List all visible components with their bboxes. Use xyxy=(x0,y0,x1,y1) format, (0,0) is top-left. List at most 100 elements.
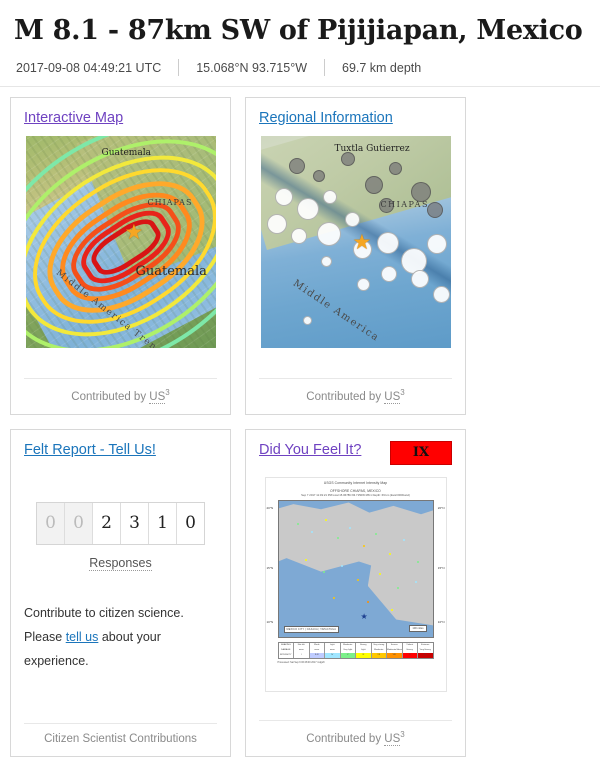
aftershock-marker xyxy=(316,222,341,246)
dyfi-response-point xyxy=(324,519,327,522)
aftershock-marker xyxy=(432,286,450,303)
event-metadata: 2017-09-08 04:49:21 UTC 15.068°N 93.715°… xyxy=(16,59,590,76)
dyfi-response-point xyxy=(378,573,381,576)
dyfi-landmass-east xyxy=(367,541,433,627)
meta-divider xyxy=(324,59,325,76)
regional-map-thumbnail[interactable]: ★ Tuxtla Gutierrez CHIAPAS Middle Americ… xyxy=(260,136,451,348)
dyfi-response-point xyxy=(396,587,399,590)
dyfi-lat-label-right-mid: 15°N xyxy=(437,566,445,570)
aftershock-marker xyxy=(296,198,319,220)
dyfi-response-point xyxy=(310,531,313,534)
dyfi-response-point xyxy=(340,565,343,568)
dyfi-response-point xyxy=(322,571,325,574)
regional-information-link[interactable]: Regional Information xyxy=(259,110,393,126)
dyfi-citybar: MEXICO CITY | OAXACA | TAPACHULA xyxy=(283,626,340,634)
dyfi-response-point xyxy=(296,523,299,526)
footer-prefix: Contributed by xyxy=(306,391,385,403)
aftershock-marker xyxy=(378,198,394,213)
dyfi-title-line-3: Sep 7 2017 11:49:21 PM local 15.0678N 93… xyxy=(301,493,410,498)
response-odometer: 0 0 2 3 1 0 xyxy=(36,502,205,545)
event-time: 2017-09-08 04:49:21 UTC xyxy=(16,60,162,75)
legend-cell: V xyxy=(340,653,356,659)
dyfi-response-point xyxy=(336,537,339,540)
dyfi-lat-label-right-bottom: 10°N xyxy=(437,620,445,624)
card-header: Did You Feel It? IX xyxy=(246,430,465,465)
tell-us-link[interactable]: tell us xyxy=(66,630,99,644)
card-header: Interactive Map xyxy=(11,98,230,126)
dyfi-title-line-1: USGS Community Internet Intensity Map xyxy=(323,481,388,485)
odometer-digit: 3 xyxy=(121,503,149,544)
dyfi-response-point xyxy=(402,539,405,542)
dyfi-map-thumbnail[interactable]: USGS Community Internet Intensity Map OF… xyxy=(264,477,447,692)
legend-cell: IX xyxy=(402,653,418,659)
aftershock-marker xyxy=(274,188,293,206)
legend-cell: INTENSITY xyxy=(278,653,294,659)
page-header: M 8.1 - 87km SW of Pijijiapan, Mexico 20… xyxy=(0,0,600,76)
dyfi-scalebar: 100 miles xyxy=(409,625,427,633)
event-depth: 69.7 km depth xyxy=(342,60,422,75)
dyfi-response-point xyxy=(356,579,359,582)
epicenter-star: ★ xyxy=(124,221,144,244)
dyfi-response-point xyxy=(416,561,419,564)
footer-source-abbr: US xyxy=(384,391,401,404)
odometer-digit: 0 xyxy=(65,503,93,544)
footer-superscript: 3 xyxy=(400,730,405,740)
aftershock-marker xyxy=(340,152,355,166)
footer-prefix: Contributed by xyxy=(306,733,385,745)
card-body: ★ Guatemala Guatemala CHIAPAS Middle Ame… xyxy=(11,126,230,378)
dyfi-response-point xyxy=(362,545,365,548)
dyfi-lat-label-right-top: 20°N xyxy=(437,506,445,510)
aftershock-marker xyxy=(426,234,447,254)
card-header: Felt Report - Tell Us! xyxy=(11,430,230,458)
card-did-you-feel-it: Did You Feel It? IX USGS Community Inter… xyxy=(245,429,466,757)
dyfi-lat-label-left-top: 20°N xyxy=(266,506,274,510)
description-line-2: Please tell us about your xyxy=(24,625,184,649)
dyfi-response-point xyxy=(304,559,307,562)
card-grid: Interactive Map ★ Guatemala Guatemala CH… xyxy=(0,87,600,757)
aftershock-marker xyxy=(288,158,305,174)
footer-source-abbr: US xyxy=(384,733,401,746)
aftershock-marker xyxy=(322,190,337,204)
card-header: Regional Information xyxy=(246,98,465,126)
dyfi-response-point xyxy=(390,609,393,612)
shakemap-thumbnail[interactable]: ★ Guatemala Guatemala CHIAPAS Middle Ame… xyxy=(25,136,216,348)
legend-cell: I xyxy=(294,653,310,659)
card-felt-report: Felt Report - Tell Us! 0 0 2 3 1 0 Respo… xyxy=(10,429,231,757)
aftershock-marker xyxy=(344,212,360,227)
event-coordinates: 15.068°N 93.715°W xyxy=(196,60,307,75)
footer-source-abbr: US xyxy=(149,391,166,404)
did-you-feel-it-link[interactable]: Did You Feel It? xyxy=(259,442,361,458)
dyfi-response-point xyxy=(388,553,391,556)
epicenter-star: ★ xyxy=(352,231,372,254)
legend-cell: IV xyxy=(325,653,341,659)
legend-cell: VII xyxy=(371,653,387,659)
line2-suffix: about your xyxy=(98,630,161,644)
aftershock-marker xyxy=(410,182,431,202)
dyfi-title-line-2: OFFSHORE CHIAPAS, MEXICO xyxy=(330,488,381,493)
dyfi-response-point xyxy=(348,527,351,530)
footer-superscript: 3 xyxy=(400,388,405,398)
dyfi-response-point xyxy=(374,533,377,536)
dyfi-intensity-legend: SHAKING Not felt Weak Light Moderate Str… xyxy=(277,642,434,660)
odometer-digit: 0 xyxy=(37,503,65,544)
line2-prefix: Please xyxy=(24,630,66,644)
card-body: USGS Community Internet Intensity Map OF… xyxy=(246,465,465,720)
aftershock-marker xyxy=(320,256,332,267)
aftershock-marker xyxy=(356,278,370,291)
aftershock-marker xyxy=(364,176,383,194)
aftershock-marker xyxy=(426,202,443,218)
card-regional-information: Regional Information ★ Tuxtla Gutierrez … xyxy=(245,97,466,415)
aftershock-marker xyxy=(380,266,397,282)
page-title: M 8.1 - 87km SW of Pijijiapan, Mexico xyxy=(14,15,583,46)
interactive-map-link[interactable]: Interactive Map xyxy=(24,110,123,126)
dyfi-processed-timestamp: Processed: Sat Sep 9 06:28:00 2017 mdgs8 xyxy=(277,661,325,665)
dyfi-response-point xyxy=(414,581,417,584)
card-interactive-map: Interactive Map ★ Guatemala Guatemala CH… xyxy=(10,97,231,415)
felt-report-link[interactable]: Felt Report - Tell Us! xyxy=(24,442,156,458)
aftershock-marker xyxy=(410,270,429,288)
description-line-1: Contribute to citizen science. xyxy=(24,606,184,620)
aftershock-marker xyxy=(290,228,307,244)
legend-cell: X+ xyxy=(418,653,433,659)
card-footer-attribution: Contributed by US3 xyxy=(259,378,452,414)
legend-cell: II-III xyxy=(309,653,325,659)
